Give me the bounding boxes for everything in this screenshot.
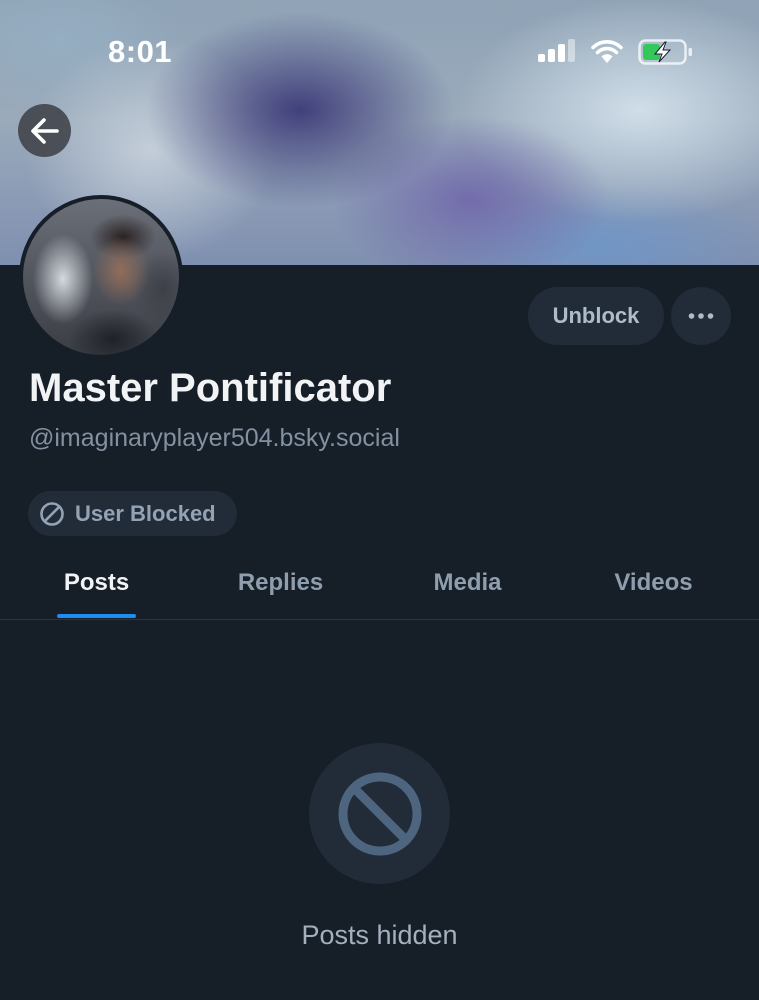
cellular-signal-icon	[538, 38, 578, 64]
block-icon	[338, 772, 421, 855]
arrow-left-icon	[30, 117, 59, 144]
tab-posts[interactable]: Posts	[12, 548, 181, 618]
posts-hidden-text: Posts hidden	[301, 920, 458, 950]
user-blocked-label: User Blocked	[75, 500, 216, 526]
wifi-icon	[591, 40, 623, 63]
unblock-button[interactable]: Unblock	[528, 287, 664, 345]
tab-videos[interactable]: Videos	[569, 548, 738, 618]
back-button[interactable]	[18, 104, 71, 157]
profile-handle: @imaginaryplayer504.bsky.social	[29, 424, 400, 452]
battery-charging-icon	[638, 39, 692, 65]
ellipsis-icon	[688, 313, 714, 319]
user-blocked-badge: User Blocked	[28, 491, 237, 536]
profile-screen: 8:01 Unblock Master Pontificator @imagin…	[0, 0, 759, 1000]
tab-media[interactable]: Media	[383, 548, 552, 618]
status-time: 8:01	[108, 34, 173, 69]
posts-hidden-icon-circle	[309, 743, 450, 884]
avatar[interactable]	[19, 195, 183, 359]
display-name: Master Pontificator	[29, 366, 392, 410]
active-tab-indicator	[57, 614, 136, 618]
tab-replies[interactable]: Replies	[196, 548, 365, 618]
profile-tabs: Posts Replies Media Videos	[0, 548, 759, 620]
more-options-button[interactable]	[671, 287, 731, 345]
block-icon	[40, 501, 64, 526]
